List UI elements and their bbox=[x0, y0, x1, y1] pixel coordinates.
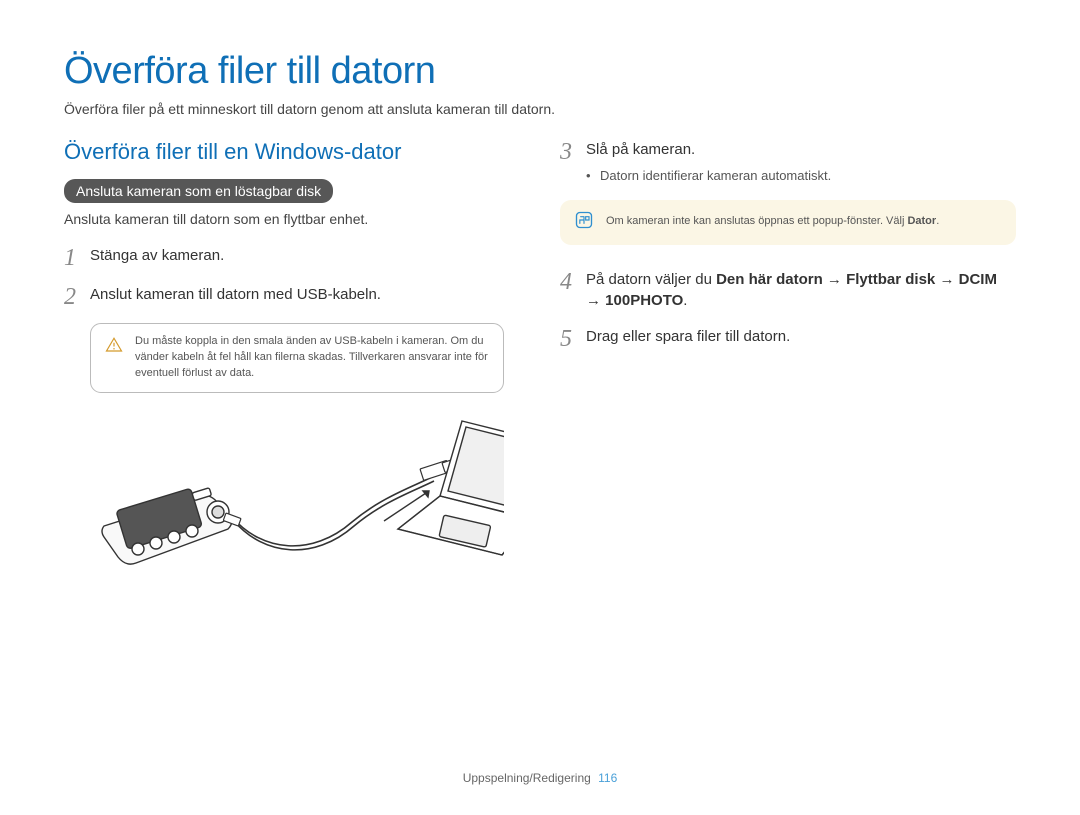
page-title: Överföra filer till datorn bbox=[64, 50, 1016, 93]
step-number: 1 bbox=[64, 245, 90, 270]
note-box: Om kameran inte kan anslutas öppnas ett … bbox=[560, 200, 1016, 245]
subsection-pill: Ansluta kameran som en löstagbar disk bbox=[64, 179, 333, 203]
step-text: Stänga av kameran. bbox=[90, 245, 224, 267]
page-intro: Överföra filer på ett minneskort till da… bbox=[64, 101, 1016, 117]
step-text: Anslut kameran till datorn med USB-kabel… bbox=[90, 284, 381, 306]
step-5: 5 Drag eller spara filer till datorn. bbox=[560, 326, 1016, 351]
step-number: 4 bbox=[560, 269, 586, 294]
step-number: 5 bbox=[560, 326, 586, 351]
content-columns: Överföra filer till en Windows-dator Ans… bbox=[64, 139, 1016, 596]
warning-icon bbox=[105, 336, 123, 359]
subsection-description: Ansluta kameran till datorn som en flytt… bbox=[64, 211, 504, 227]
step-bullets: Datorn identifierar kameran automatiskt. bbox=[586, 167, 831, 186]
note-text: Om kameran inte kan anslutas öppnas ett … bbox=[606, 214, 939, 229]
step-body: Slå på kameran. Datorn identifierar kame… bbox=[586, 139, 831, 186]
step-number: 2 bbox=[64, 284, 90, 309]
step-3: 3 Slå på kameran. Datorn identifierar ka… bbox=[560, 139, 1016, 186]
footer-section: Uppspelning/Redigering bbox=[463, 771, 591, 785]
note-icon bbox=[574, 210, 594, 235]
step-suffix: . bbox=[683, 292, 687, 309]
note-prefix: Om kameran inte kan anslutas öppnas ett … bbox=[606, 215, 907, 227]
right-column: 3 Slå på kameran. Datorn identifierar ka… bbox=[560, 139, 1016, 596]
step-4: 4 På datorn väljer du Den här datorn → F… bbox=[560, 269, 1016, 313]
note-suffix: . bbox=[936, 215, 939, 227]
warning-box: Du måste koppla in den smala änden av US… bbox=[90, 323, 504, 393]
usb-connection-illustration bbox=[84, 411, 504, 596]
step-2: 2 Anslut kameran till datorn med USB-kab… bbox=[64, 284, 504, 309]
warning-text: Du måste koppla in den smala änden av US… bbox=[135, 334, 489, 382]
step-number: 3 bbox=[560, 139, 586, 164]
footer-page-number: 116 bbox=[598, 771, 617, 785]
step-text: Slå på kameran. bbox=[586, 141, 695, 158]
step-1: 1 Stänga av kameran. bbox=[64, 245, 504, 270]
step-text: På datorn väljer du Den här datorn → Fly… bbox=[586, 269, 1016, 313]
page-footer: Uppspelning/Redigering 116 bbox=[0, 771, 1080, 785]
left-column: Överföra filer till en Windows-dator Ans… bbox=[64, 139, 504, 596]
step-prefix: På datorn väljer du bbox=[586, 271, 716, 288]
bullet-item: Datorn identifierar kameran automatiskt. bbox=[586, 167, 831, 186]
step-text: Drag eller spara filer till datorn. bbox=[586, 326, 790, 348]
note-bold: Dator bbox=[907, 215, 936, 227]
section-title: Överföra filer till en Windows-dator bbox=[64, 139, 504, 165]
